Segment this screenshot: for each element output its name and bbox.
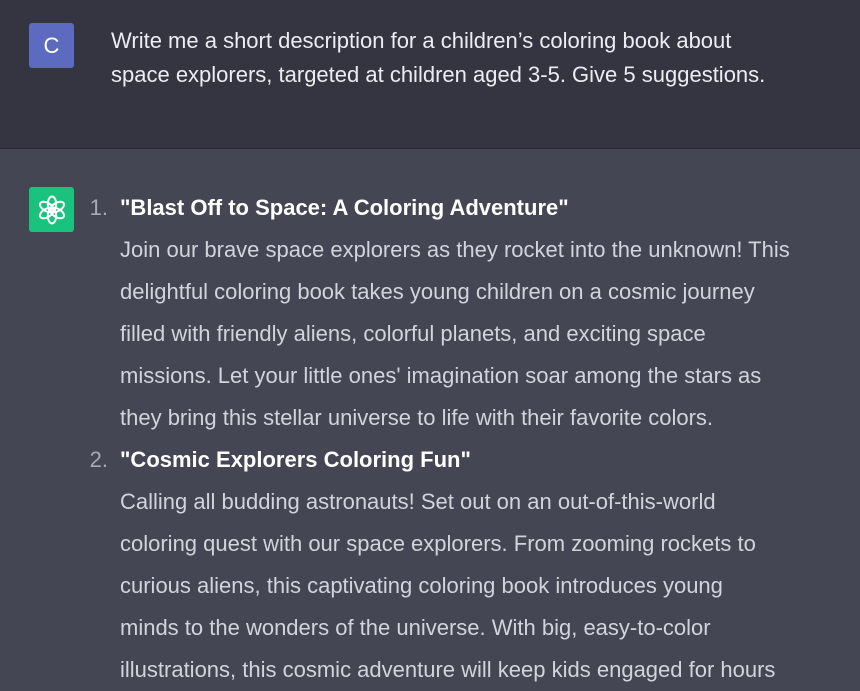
assistant-message-row: 1. "Blast Off to Space: A Coloring Adven… [0, 149, 860, 682]
list-item: 2. "Cosmic Explorers Coloring Fun" Calli… [0, 439, 860, 691]
list-item-number: 1. [89, 195, 108, 220]
list-item-line: they bring this stellar universe to life… [120, 405, 714, 430]
list-item: 1. "Blast Off to Space: A Coloring Adven… [0, 187, 860, 439]
list-item-line: Join our brave space explorers as they r… [120, 237, 790, 262]
user-avatar: C [29, 23, 74, 68]
user-message: Write me a short description for a child… [111, 24, 831, 92]
list-item-line: coloring quest with our space explorers.… [120, 531, 756, 556]
list-item-line: curious aliens, this captivating colorin… [120, 573, 723, 598]
user-message-line: space explorers, targeted at children ag… [111, 62, 766, 87]
user-message-row: C Write me a short description for a chi… [0, 0, 860, 149]
list-item-line: filled with friendly aliens, colorful pl… [120, 321, 706, 346]
list-item-line: minds to the wonders of the universe. Wi… [120, 615, 711, 640]
list-item-line: illustrations, this cosmic adventure wil… [120, 657, 776, 682]
list-item-body: "Blast Off to Space: A Coloring Adventur… [120, 187, 860, 439]
list-item-number: 2. [89, 447, 108, 472]
list-item-line: delightful coloring book takes young chi… [120, 279, 755, 304]
user-message-line: Write me a short description for a child… [111, 28, 732, 53]
list-item-line: Calling all budding astronauts! Set out … [120, 489, 716, 514]
list-item-line: missions. Let your little ones' imaginat… [120, 363, 762, 388]
list-item-title: "Blast Off to Space: A Coloring Adventur… [120, 195, 569, 220]
assistant-response: 1. "Blast Off to Space: A Coloring Adven… [0, 187, 860, 691]
list-item-body: "Cosmic Explorers Coloring Fun" Calling … [120, 439, 860, 691]
list-item-title: "Cosmic Explorers Coloring Fun" [120, 447, 471, 472]
